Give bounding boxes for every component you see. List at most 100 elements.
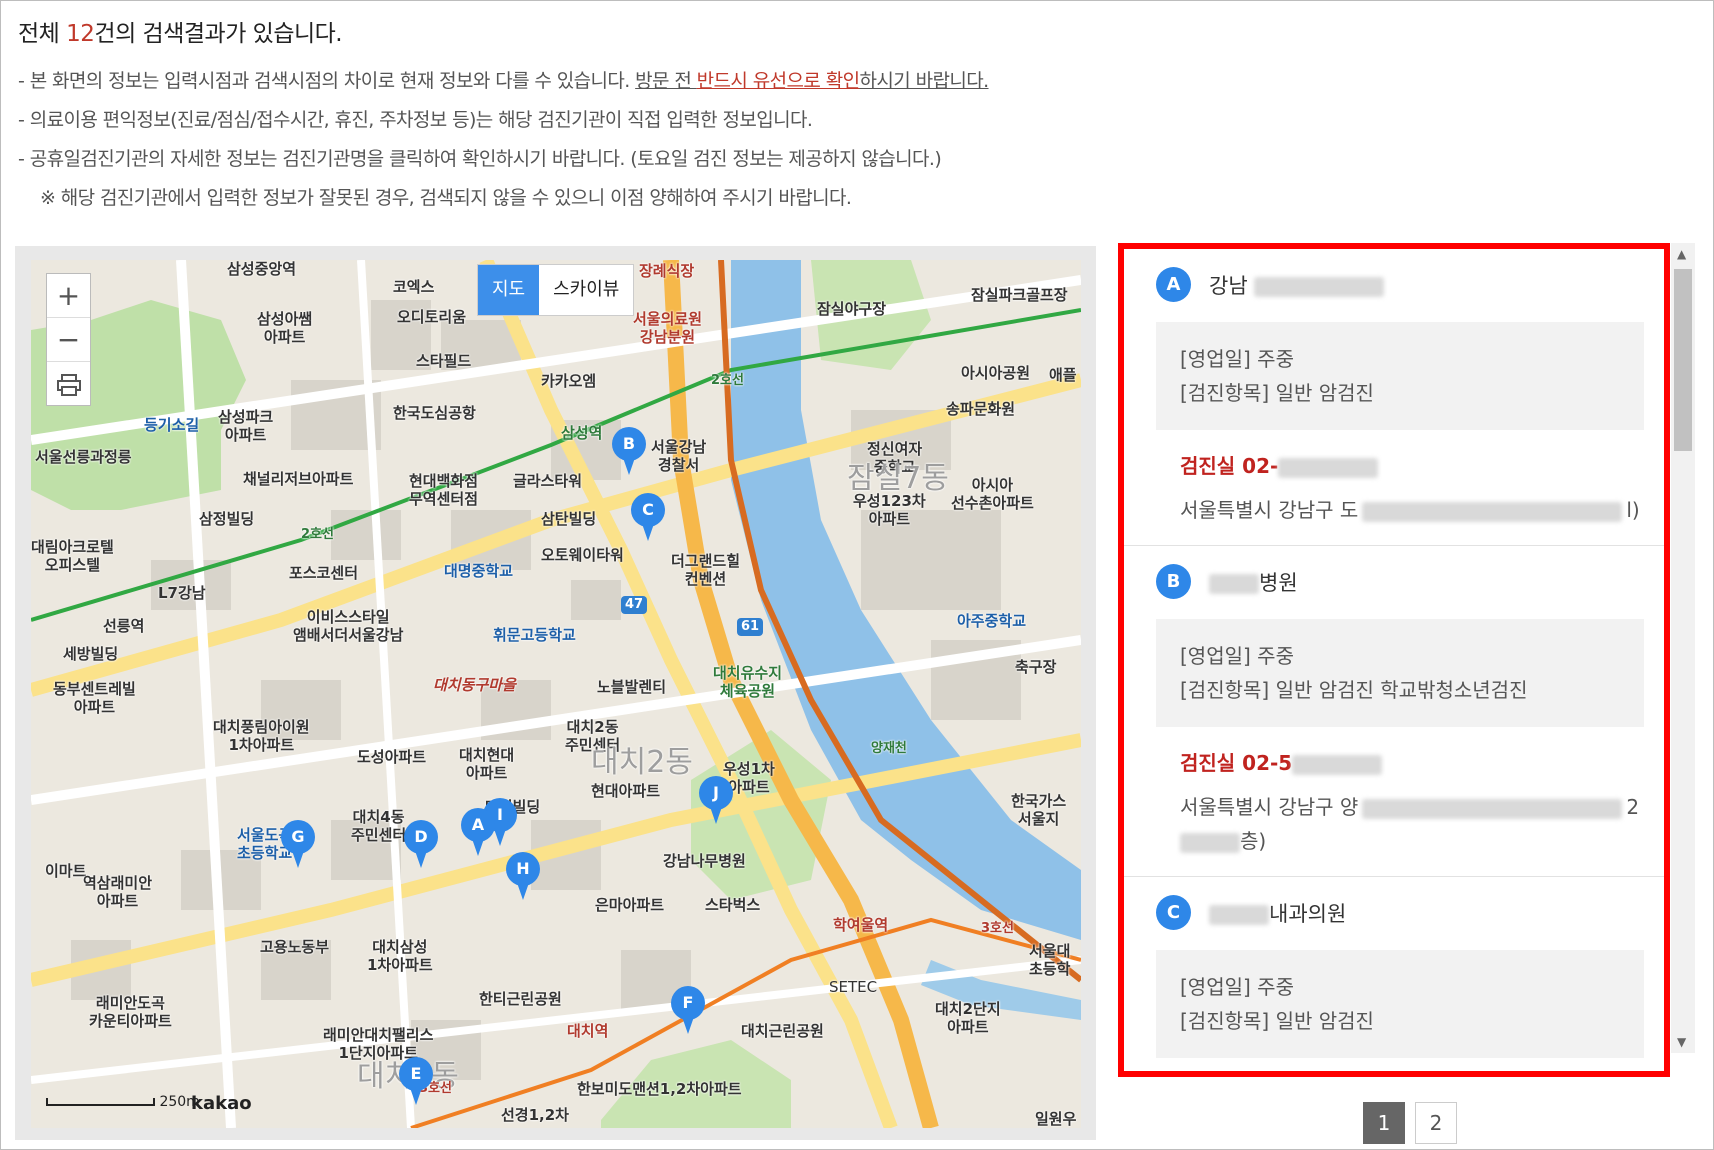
map-label: 양재천 [871, 741, 907, 756]
map-label: L7강남 [158, 584, 206, 602]
map-label: 대치동구마을 [433, 676, 516, 694]
map-marker-e[interactable]: E [399, 1057, 433, 1105]
map-type-skyview-button[interactable]: 스카이뷰 [539, 265, 633, 315]
map-label: 현대아파트 [591, 782, 661, 800]
map-marker-g[interactable]: G [281, 820, 315, 868]
result-count: 12 [66, 21, 95, 47]
print-icon [56, 374, 81, 396]
result-summary: 전체 12건의 검색결과가 있습니다. [18, 21, 343, 47]
map-label: 서울의료원 강남분원 [633, 310, 703, 346]
map-canvas[interactable]: 삼성중앙역 코엑스 오디토리움 스타필드 카카오엠 한국도심공항 삼성아쌤 아파… [31, 260, 1081, 1128]
map-label: 삼정빌딩 [199, 510, 255, 528]
notice-3: - 공휴일검진기관의 자세한 정보는 검진기관명을 클릭하여 확인하시기 바랍니… [18, 148, 942, 170]
map-label: 이마트 [45, 862, 87, 880]
map-type-toggle: 지도 스카이뷰 [477, 264, 635, 316]
map-label: 휘문고등학교 [493, 626, 576, 644]
page-2-button[interactable]: 2 [1415, 1102, 1457, 1144]
map-label: 세방빌딩 [63, 645, 119, 663]
scroll-thumb[interactable] [1674, 269, 1692, 451]
map-label: 포스코센터 [289, 564, 359, 582]
highlight-box [1118, 243, 1670, 1077]
map-label: 글라스타워 [513, 472, 583, 490]
map-label: 코엑스 [393, 278, 435, 296]
map-label: 더그랜드힐 컨벤션 [671, 552, 741, 588]
zoom-in-button[interactable]: + [47, 274, 90, 318]
map-label: 아시아 선수촌아파트 [951, 476, 1034, 512]
map-label: 잠실야구장 [817, 300, 887, 318]
map-label: 잠실7동 [847, 461, 949, 496]
map-label: 대치4동 주민센터 [351, 808, 407, 844]
print-button[interactable] [47, 362, 90, 405]
notice-1: - 본 화면의 정보는 입력시점과 검색시점의 차이로 현재 정보와 다를 수 … [18, 70, 989, 92]
map-marker-d[interactable]: D [404, 820, 438, 868]
map-label: 아시아공원 [961, 364, 1031, 382]
map-label: 삼성중앙역 [227, 260, 297, 278]
map-label: 현대백화점 무역센터점 [409, 472, 479, 508]
map-label: 은마아파트 [595, 896, 665, 914]
map-label: 도성아파트 [357, 748, 427, 766]
map-scale: 250m [46, 1094, 200, 1110]
map-label: 대명중학교 [444, 562, 514, 580]
map-label: 2호선 [301, 527, 334, 542]
map-label: 대치유수지 체육공원 [713, 664, 783, 700]
map-label: SETEC [829, 978, 878, 996]
zoom-control: + − [46, 273, 91, 406]
map-label: 스타필드 [416, 352, 472, 370]
map-label: 대치근린공원 [741, 1022, 824, 1040]
map-label: 선경1,2차 [501, 1106, 569, 1124]
map-label: 동부센트레빌 아파트 [53, 680, 136, 716]
map-label: 2호선 [711, 373, 744, 388]
map-label: 대치현대 아파트 [459, 746, 515, 782]
map-label: 노블발렌티 [597, 678, 667, 696]
map-label: 우성123차 아파트 [853, 492, 926, 528]
map-marker-j[interactable]: J [699, 776, 733, 824]
map-label: 오디토리움 [397, 308, 467, 326]
map-label: 일원우 [1035, 1110, 1077, 1128]
map-label: 한국가스 서울지 [1011, 792, 1067, 828]
map-label: 대치삼성 1차아파트 [367, 938, 433, 974]
scroll-up-icon[interactable]: ▲ [1677, 247, 1686, 261]
map-label: 한보미도맨션1,2차아파트 [577, 1080, 742, 1098]
map-label: 스타벅스 [705, 896, 761, 914]
map-label: 삼성파크 아파트 [218, 408, 274, 444]
map-type-map-button[interactable]: 지도 [478, 265, 540, 315]
route-shield: 47 [621, 596, 648, 614]
map-label: 송파문화원 [946, 400, 1016, 418]
map-label: 삼성아쌤 아파트 [257, 310, 313, 346]
map-label: 카카오엠 [541, 372, 597, 390]
map-marker-h[interactable]: H [506, 852, 540, 900]
map-label: 등기소길 [144, 416, 200, 434]
map-label: 채널리저브아파트 [243, 470, 354, 488]
list-scrollbar[interactable]: ▲ ▼ [1671, 243, 1695, 1053]
notice-4: ※ 해당 검진기관에서 입력한 정보가 잘못된 경우, 검색되지 않을 수 있으… [40, 187, 852, 209]
pagination: 1 2 [1363, 1102, 1467, 1144]
map-label: 축구장 [1015, 658, 1057, 676]
map-label: 장례식장 [639, 262, 695, 280]
map-label: 서울선릉과정릉 [35, 448, 132, 466]
zoom-out-button[interactable]: − [47, 318, 90, 362]
notice-2: - 의료이용 편익정보(진료/점심/접수시간, 휴진, 주차정보 등)는 해당 … [18, 109, 813, 131]
map-label: 애플 [1049, 366, 1077, 384]
map-label: 아주중학교 [957, 612, 1027, 630]
map-label: 대치2동 [591, 745, 693, 780]
map-label: 대치역 [567, 1022, 609, 1040]
map-label: 래미안도곡 카운티아파트 [89, 994, 172, 1030]
map-marker-b[interactable]: B [612, 427, 646, 475]
map-label: 한티근린공원 [479, 990, 562, 1008]
map-marker-a[interactable]: A [461, 808, 495, 856]
map-label: 한국도심공항 [393, 404, 476, 422]
map-label: 서울강남 경찰서 [651, 438, 707, 474]
map-label: 잠실파크골프장 [971, 286, 1068, 304]
page-1-button[interactable]: 1 [1363, 1102, 1405, 1144]
map-marker-f[interactable]: F [671, 986, 705, 1034]
map-label: 서울대 초등학 [1029, 942, 1071, 978]
route-shield: 61 [737, 618, 764, 636]
map-label: 강남나무병원 [663, 852, 746, 870]
map-label: 이비스스타일 앰배서더서울강남 [293, 608, 404, 644]
map-label: 대치풍림아이원 1차아파트 [213, 718, 310, 754]
scroll-down-icon[interactable]: ▼ [1677, 1035, 1686, 1049]
map-label: 3호선 [981, 921, 1014, 936]
map-marker-c[interactable]: C [631, 493, 665, 541]
map-label: 대치2단지 아파트 [935, 1000, 1001, 1036]
map-label: 삼탄빌딩 [541, 510, 597, 528]
